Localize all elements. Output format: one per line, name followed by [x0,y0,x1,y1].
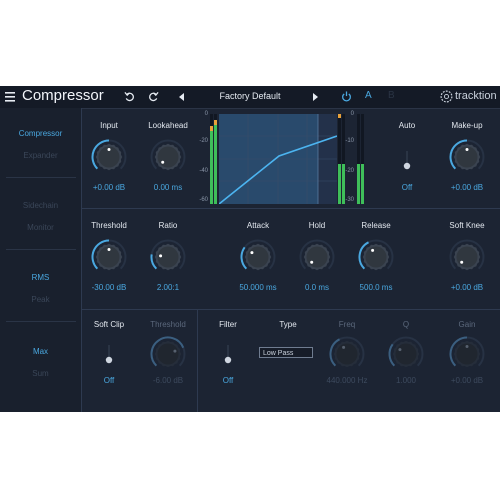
meter-scale-label: -30 [345,197,354,203]
input-label: Input [100,121,118,130]
ratio-knob[interactable] [150,239,186,275]
soft-knee-value[interactable]: +0.00 dB [440,283,494,292]
input-level-meter [210,114,217,204]
transfer-curve-graph[interactable] [219,114,337,204]
sidebar-item-monitor[interactable]: Monitor [0,223,81,232]
caret-left-icon[interactable] [179,93,185,101]
section-divider [82,309,500,310]
hold-label: Hold [308,221,326,230]
meter-scale-label: -20 [345,168,354,174]
sidebar-item-compressor[interactable]: Compressor [0,129,81,138]
sidebar: Compressor Expander Sidechain Monitor RM… [0,108,82,412]
soft-knee-label: Soft Knee [449,221,485,230]
lookahead-value[interactable]: 0.00 ms [143,183,193,192]
gain-knob[interactable] [449,336,485,372]
lookahead-label: Lookahead [148,121,188,130]
output-level-meter [338,114,345,204]
sidebar-divider [6,321,76,322]
freq-label: Freq [338,320,356,329]
threshold-value[interactable]: -30.00 dB [84,283,134,292]
gain-reduction-meter [357,114,364,204]
preset-name[interactable]: Factory Default [200,91,300,101]
meter-scale-label: -60 [199,197,208,203]
clip-threshold-value[interactable]: -6.00 dB [143,376,193,385]
ab-b-button[interactable]: B [388,90,395,101]
sidebar-divider [6,249,76,250]
redo-icon[interactable] [148,91,159,102]
power-icon[interactable] [341,91,352,102]
sidebar-item-max[interactable]: Max [0,347,81,356]
hold-knob[interactable] [299,239,335,275]
brand-name: tracktion [455,90,497,102]
auto-toggle[interactable] [402,150,412,172]
clip-threshold-label: Threshold [150,320,186,329]
makeup-knob[interactable] [449,139,485,175]
auto-label: Auto [398,121,416,130]
tracktion-logo-icon [440,90,453,103]
filter-label: Filter [219,320,237,329]
filter-type-dropdown[interactable]: Low Pass [259,347,313,358]
threshold-knob[interactable] [91,239,127,275]
clip-threshold-knob[interactable] [150,336,186,372]
q-knob[interactable] [388,336,424,372]
hold-value[interactable]: 0.0 ms [292,283,342,292]
soft-clip-value[interactable]: Off [84,376,134,385]
meter-scale-label: -40 [199,168,208,174]
attack-value[interactable]: 50.000 ms [228,283,288,292]
soft-knee-knob[interactable] [449,239,485,275]
gain-label: Gain [458,320,476,329]
lookahead-knob[interactable] [150,139,186,175]
plugin-title: Compressor [22,87,104,104]
filter-type-label: Type [279,320,297,329]
sidebar-item-rms[interactable]: RMS [0,273,81,282]
hamburger-menu-icon[interactable] [5,92,15,102]
sidebar-divider [6,177,76,178]
section-divider [82,208,500,209]
filter-toggle[interactable] [223,344,233,366]
input-knob[interactable] [91,139,127,175]
meter-scale-label: 0 [204,111,208,117]
freq-knob[interactable] [329,336,365,372]
ratio-label: Ratio [158,221,178,230]
attack-label: Attack [246,221,270,230]
meter-scale-label: -20 [199,138,208,144]
toolbar: Compressor Factory Default A B tracktion [0,86,500,109]
threshold-label: Threshold [91,221,127,230]
makeup-value[interactable]: +0.00 dB [440,183,494,192]
soft-clip-label: Soft Clip [93,320,125,329]
q-value[interactable]: 1.000 [381,376,431,385]
sidebar-item-peak[interactable]: Peak [0,295,81,304]
section-divider [197,310,198,412]
caret-right-icon[interactable] [313,93,319,101]
meter-scale-label: 0 [350,111,354,117]
sidebar-item-sidechain[interactable]: Sidechain [0,201,81,210]
ratio-value[interactable]: 2.00:1 [143,283,193,292]
sidebar-item-expander[interactable]: Expander [0,151,81,160]
meter-scale-label: -10 [345,138,354,144]
release-value[interactable]: 500.0 ms [351,283,401,292]
freq-value[interactable]: 440.000 Hz [317,376,377,385]
input-value[interactable]: +0.00 dB [84,183,134,192]
ab-a-button[interactable]: A [365,90,372,101]
soft-clip-toggle[interactable] [104,344,114,366]
q-label: Q [402,320,410,329]
gain-value[interactable]: +0.00 dB [440,376,494,385]
attack-knob[interactable] [240,239,276,275]
auto-value[interactable]: Off [387,183,427,192]
release-knob[interactable] [358,239,394,275]
release-label: Release [361,221,391,230]
sidebar-item-sum[interactable]: Sum [0,369,81,378]
compressor-plugin-window: Compressor Factory Default A B tracktion… [0,86,500,412]
filter-value[interactable]: Off [208,376,248,385]
undo-icon[interactable] [124,91,135,102]
makeup-label: Make-up [451,121,483,130]
